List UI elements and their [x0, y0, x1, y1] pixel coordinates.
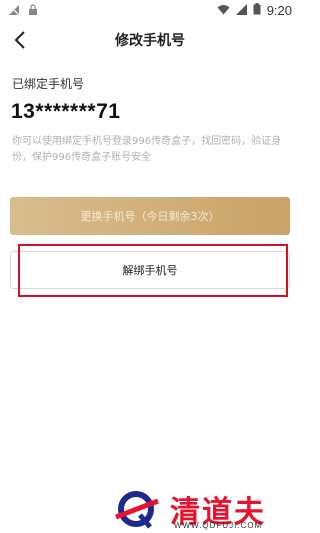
watermark-url: WWW.QDFUJI.COM: [174, 521, 263, 530]
change-phone-button[interactable]: 更换手机号（今日剩余3次）: [10, 197, 290, 235]
bound-phone-number: 13*******71: [11, 100, 121, 123]
lock-icon: [28, 4, 38, 19]
watermark: 清道夫 WWW.QDFUJI.COM: [112, 487, 292, 531]
bound-phone-label: 已绑定手机号: [12, 77, 85, 91]
no-signal-icon: [8, 4, 20, 19]
battery-icon: [253, 3, 261, 18]
phone-usage-hint: 你可以使用绑定手机号登录996传奇盒子，找回密码，验证身份，保护996传奇盒子账…: [12, 136, 282, 163]
watermark-logo-icon: [115, 491, 159, 529]
unbind-phone-button[interactable]: 解绑手机号: [10, 251, 290, 289]
status-time: 9:20: [266, 3, 292, 18]
page-title: 修改手机号: [115, 33, 185, 49]
wifi-icon: [217, 4, 230, 18]
status-bar: 9:20: [0, 0, 300, 22]
nav-bar: 修改手机号: [0, 22, 300, 58]
cellular-signal-icon: [235, 3, 247, 18]
